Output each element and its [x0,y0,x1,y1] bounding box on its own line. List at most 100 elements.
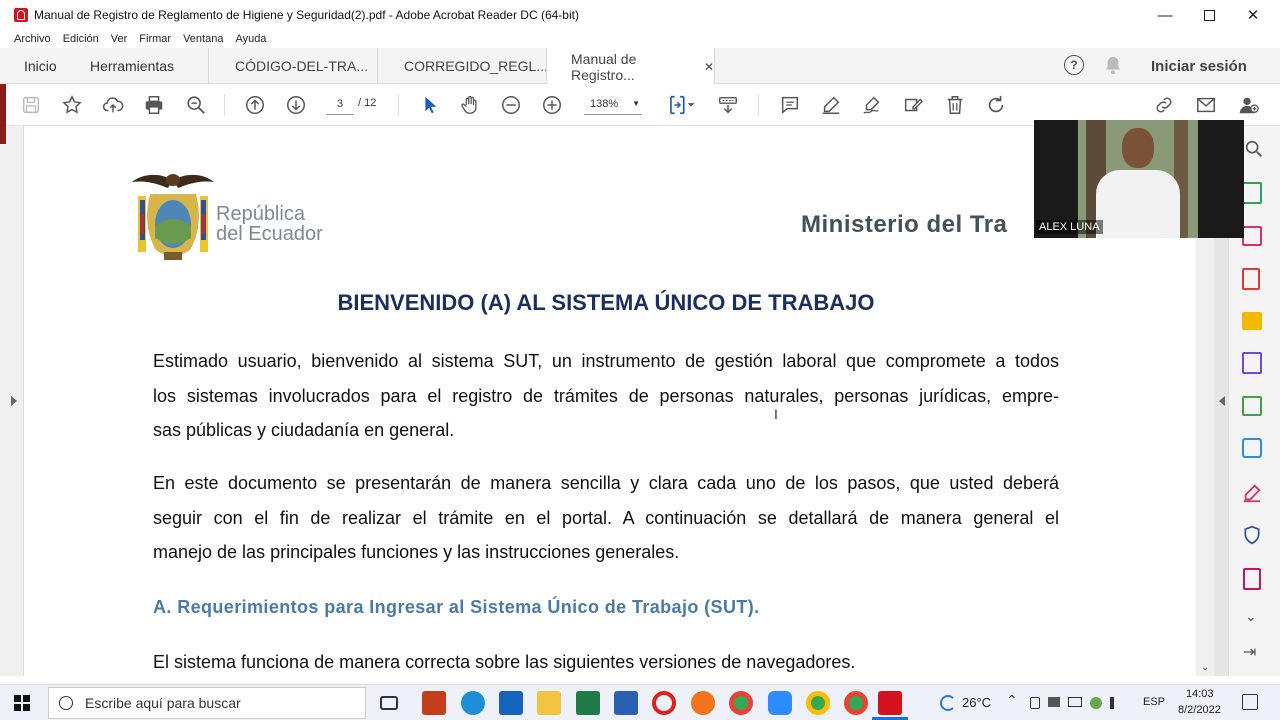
zoom-in-icon[interactable] [540,93,564,117]
acrobat-taskbar-icon[interactable] [878,691,902,715]
taskbar-search-box[interactable]: Escribe aquí para buscar [48,687,366,719]
organize-pages-icon[interactable] [1242,226,1262,246]
edge-icon[interactable] [461,691,485,715]
bell-icon[interactable] [1104,55,1122,75]
export-pdf-icon[interactable] [1242,182,1262,204]
upload-cloud-icon[interactable] [101,93,125,117]
chrome-icon[interactable] [729,691,753,715]
tab-doc-manual[interactable]: Manual de Registro... ✕ [546,48,714,85]
task-view-icon[interactable] [380,696,398,710]
input-language[interactable]: ESP [1143,696,1165,708]
search-icon [59,696,73,710]
network-tray-icon[interactable] [1068,697,1082,707]
edit-pdf-icon[interactable] [1242,396,1262,416]
paragraph-1: Estimado usuario, bienvenido al sistema … [153,344,1059,448]
paragraph-2-line: En este documento se presentarán de mane… [153,473,1059,493]
combine-files-icon[interactable] [1242,352,1262,374]
notification-icon[interactable] [1242,694,1258,710]
sign-icon[interactable] [860,93,884,117]
scroll-mode-icon[interactable] [716,93,740,117]
tray-icons[interactable] [1030,697,1134,709]
comment-panel-icon[interactable] [1242,312,1262,330]
zoom-level-dropdown[interactable]: 138% ▼ [584,93,642,115]
text-cursor-icon: I [774,406,778,422]
highlight-pen-icon[interactable] [819,93,843,117]
tray-chevron-icon[interactable]: ⌃ [1006,692,1018,709]
camera-tray-icon[interactable] [1030,697,1040,709]
scroll-down-icon[interactable]: ⌄ [1201,662,1209,673]
acrobat-logo-icon [14,8,28,22]
rotate-icon[interactable] [984,93,1008,117]
volume-tray-icon[interactable] [1110,697,1124,709]
collapse-right-icon[interactable]: ⇥ [1243,642,1256,662]
tab-inicio[interactable]: Inicio [24,48,57,84]
hand-tool-icon[interactable] [458,93,482,117]
paragraph-2-line: seguir con el fin de realizar el trámite… [153,507,1059,528]
email-icon[interactable] [1194,93,1218,117]
clock-date[interactable]: 8/2/2022 [1178,704,1221,716]
collapse-panel-icon[interactable] [1219,396,1225,406]
tab-doc-codigo[interactable]: CÓDIGO-DEL-TRA... [208,48,378,84]
menu-bar: Archivo Edición Ver Firmar Ventana Ayuda [0,30,1280,48]
trash-icon[interactable] [943,93,967,117]
form-icon[interactable] [1243,568,1261,590]
close-button[interactable]: ✕ [1230,0,1276,30]
menu-ventana[interactable]: Ventana [183,33,223,45]
tab-doc-corregido[interactable]: CORREGIDO_REGL... [377,48,548,84]
page-total: / 12 [358,97,377,109]
fill-sign-icon[interactable] [901,93,925,117]
title-bar: Manual de Registro de Reglamento de Higi… [0,0,1280,30]
chrome-profile2-icon[interactable] [844,691,868,715]
firefox-icon[interactable] [691,691,715,715]
tab-herramientas[interactable]: Herramientas [90,48,174,84]
weather-temp[interactable]: 26°C [962,695,991,710]
maximize-button[interactable] [1186,0,1232,30]
page-number-input[interactable]: 3 [326,93,354,115]
expand-left-icon[interactable] [11,396,17,406]
opera-icon[interactable] [652,691,676,715]
create-pdf-icon[interactable] [1242,268,1260,290]
excel-icon[interactable] [576,691,600,715]
menu-firmar[interactable]: Firmar [139,33,171,45]
fill-sign-panel-icon[interactable] [1241,482,1263,509]
zoom-icon[interactable] [768,691,792,715]
send-for-review-icon[interactable] [1242,438,1262,458]
signin-button[interactable]: Iniciar sesión [1151,48,1247,84]
dropbox-tray-icon[interactable] [1048,697,1060,707]
file-explorer-icon[interactable] [537,691,561,715]
save-icon[interactable] [19,93,43,117]
menu-ayuda[interactable]: Ayuda [235,33,266,45]
select-cursor-icon[interactable] [418,93,442,117]
word-icon[interactable] [614,691,638,715]
red-edge [0,84,6,144]
chrome-profile-icon[interactable] [806,691,830,715]
add-user-icon[interactable] [1236,93,1260,117]
clock-time[interactable]: 14:03 [1186,688,1214,700]
more-tools-chevron-icon[interactable]: ⌄ [1245,608,1257,625]
next-page-icon[interactable] [284,93,308,117]
star-icon[interactable] [60,93,84,117]
windows-start-icon[interactable] [14,695,30,711]
search-icon[interactable] [1243,138,1265,165]
zoom-out-icon[interactable] [499,93,523,117]
print-icon[interactable] [142,93,166,117]
prev-page-icon[interactable] [243,93,267,117]
minimize-button[interactable]: — [1142,0,1188,30]
help-icon[interactable]: ? [1064,55,1084,75]
share-link-icon[interactable] [1152,93,1176,117]
mail-icon[interactable] [499,691,523,715]
fit-page-icon[interactable] [664,93,698,117]
battery-tray-icon[interactable] [1090,697,1102,709]
powerpoint-icon[interactable] [422,691,446,715]
left-panel-toggle[interactable] [0,126,24,676]
toolbar-divider [758,94,759,116]
comment-icon[interactable] [778,93,802,117]
close-tab-icon[interactable]: ✕ [704,60,714,74]
paragraph-1-line: los sistemas involucrados para el regist… [153,385,1059,406]
chevron-down-icon: ▼ [632,99,641,108]
protect-shield-icon[interactable] [1242,524,1262,551]
menu-edicion[interactable]: Edición [63,33,99,45]
zoom-search-icon[interactable] [184,93,208,117]
menu-ver[interactable]: Ver [111,33,128,45]
menu-archivo[interactable]: Archivo [14,33,51,45]
